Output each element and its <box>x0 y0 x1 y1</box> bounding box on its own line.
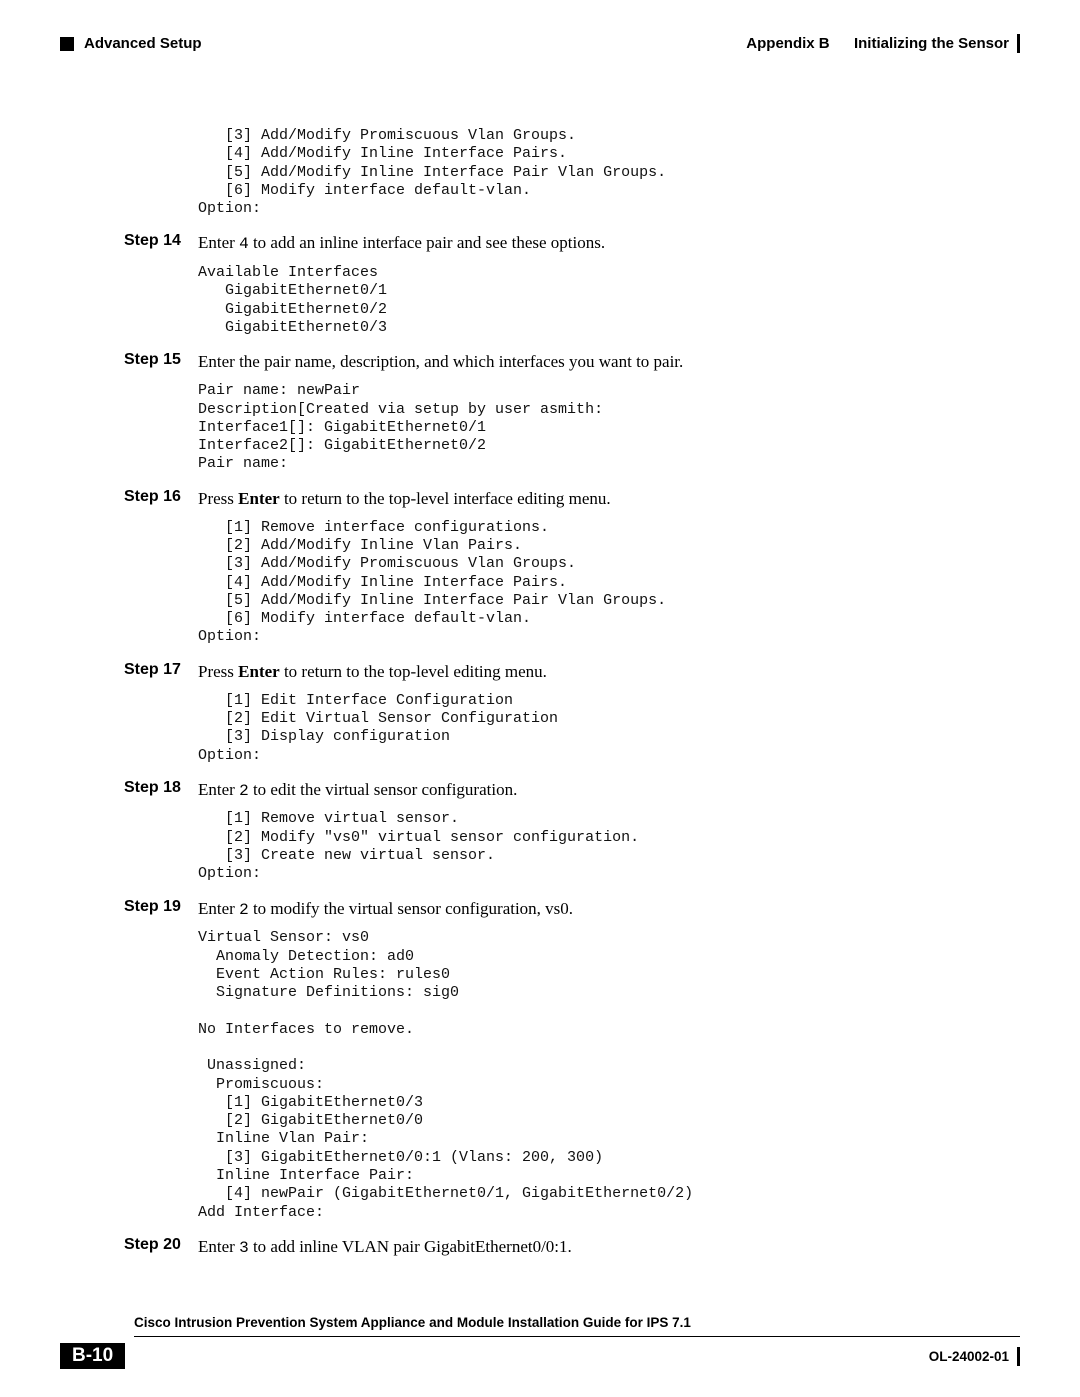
text-fragment: to edit the virtual sensor configuration… <box>249 780 518 799</box>
step-17: Step 17 Press Enter to return to the top… <box>124 661 1010 684</box>
command-literal: 4 <box>239 235 249 253</box>
command-literal: 2 <box>239 782 249 800</box>
text-fragment: to return to the top-level interface edi… <box>280 489 611 508</box>
key-enter: Enter <box>238 662 280 681</box>
appendix-label: Appendix B <box>746 35 829 52</box>
text-fragment: Enter <box>198 1237 239 1256</box>
footer-row: B-10 OL-24002-01 <box>60 1343 1020 1369</box>
code-block: Pair name: newPair Description[Created v… <box>198 382 1010 473</box>
step-label: Step 17 <box>124 661 198 679</box>
text-fragment: Press <box>198 489 238 508</box>
step-text: Enter 2 to modify the virtual sensor con… <box>198 898 573 922</box>
step-18: Step 18 Enter 2 to edit the virtual sens… <box>124 779 1010 803</box>
step-text: Enter the pair name, description, and wh… <box>198 351 683 374</box>
header-right: Appendix B Initializing the Sensor <box>746 34 1020 53</box>
step-text: Enter 4 to add an inline interface pair … <box>198 232 605 256</box>
page-header: Advanced Setup Appendix B Initializing t… <box>60 34 1020 53</box>
step-text: Press Enter to return to the top-level e… <box>198 661 547 684</box>
command-literal: 2 <box>239 901 249 919</box>
step-text: Enter 2 to edit the virtual sensor confi… <box>198 779 517 803</box>
text-fragment: to add inline VLAN pair GigabitEthernet0… <box>249 1237 572 1256</box>
text-fragment: Enter <box>198 899 239 918</box>
key-enter: Enter <box>238 489 280 508</box>
doc-id: OL-24002-01 <box>929 1349 1009 1364</box>
appendix-title: Initializing the Sensor <box>854 35 1009 52</box>
footer-bar-icon <box>1017 1347 1020 1366</box>
text-fragment: to add an inline interface pair and see … <box>249 233 605 252</box>
step-15: Step 15 Enter the pair name, description… <box>124 351 1010 374</box>
footer-doc-title: Cisco Intrusion Prevention System Applia… <box>134 1315 1020 1330</box>
code-block: Available Interfaces GigabitEthernet0/1 … <box>198 264 1010 337</box>
text-fragment: to return to the top-level editing menu. <box>280 662 547 681</box>
step-text: Press Enter to return to the top-level i… <box>198 488 611 511</box>
step-label: Step 16 <box>124 488 198 506</box>
code-block: [1] Remove virtual sensor. [2] Modify "v… <box>198 810 1010 883</box>
step-19: Step 19 Enter 2 to modify the virtual se… <box>124 898 1010 922</box>
header-left: Advanced Setup <box>60 35 202 52</box>
page: Advanced Setup Appendix B Initializing t… <box>0 0 1080 1397</box>
text-fragment: Enter <box>198 233 239 252</box>
header-square-icon <box>60 37 74 51</box>
code-block-top: [3] Add/Modify Promiscuous Vlan Groups. … <box>198 127 1010 218</box>
code-block: Virtual Sensor: vs0 Anomaly Detection: a… <box>198 929 1010 1222</box>
code-block: [1] Edit Interface Configuration [2] Edi… <box>198 692 1010 765</box>
step-16: Step 16 Press Enter to return to the top… <box>124 488 1010 511</box>
step-label: Step 18 <box>124 779 198 797</box>
text-fragment: Press <box>198 662 238 681</box>
step-text: Enter 3 to add inline VLAN pair GigabitE… <box>198 1236 572 1260</box>
page-number: B-10 <box>60 1343 125 1369</box>
section-title: Advanced Setup <box>84 35 202 52</box>
header-bar-icon <box>1017 34 1020 53</box>
step-label: Step 19 <box>124 898 198 916</box>
text-fragment: Enter <box>198 780 239 799</box>
step-label: Step 14 <box>124 232 198 250</box>
command-literal: 3 <box>239 1239 249 1257</box>
footer-right: OL-24002-01 <box>929 1347 1020 1366</box>
footer-rule <box>134 1336 1020 1337</box>
text-fragment: to modify the virtual sensor configurati… <box>249 899 573 918</box>
content-area: [3] Add/Modify Promiscuous Vlan Groups. … <box>60 127 1020 1260</box>
step-20: Step 20 Enter 3 to add inline VLAN pair … <box>124 1236 1010 1260</box>
step-14: Step 14 Enter 4 to add an inline interfa… <box>124 232 1010 256</box>
step-label: Step 20 <box>124 1236 198 1254</box>
page-footer: Cisco Intrusion Prevention System Applia… <box>60 1315 1020 1369</box>
step-label: Step 15 <box>124 351 198 369</box>
code-block: [1] Remove interface configurations. [2]… <box>198 519 1010 647</box>
